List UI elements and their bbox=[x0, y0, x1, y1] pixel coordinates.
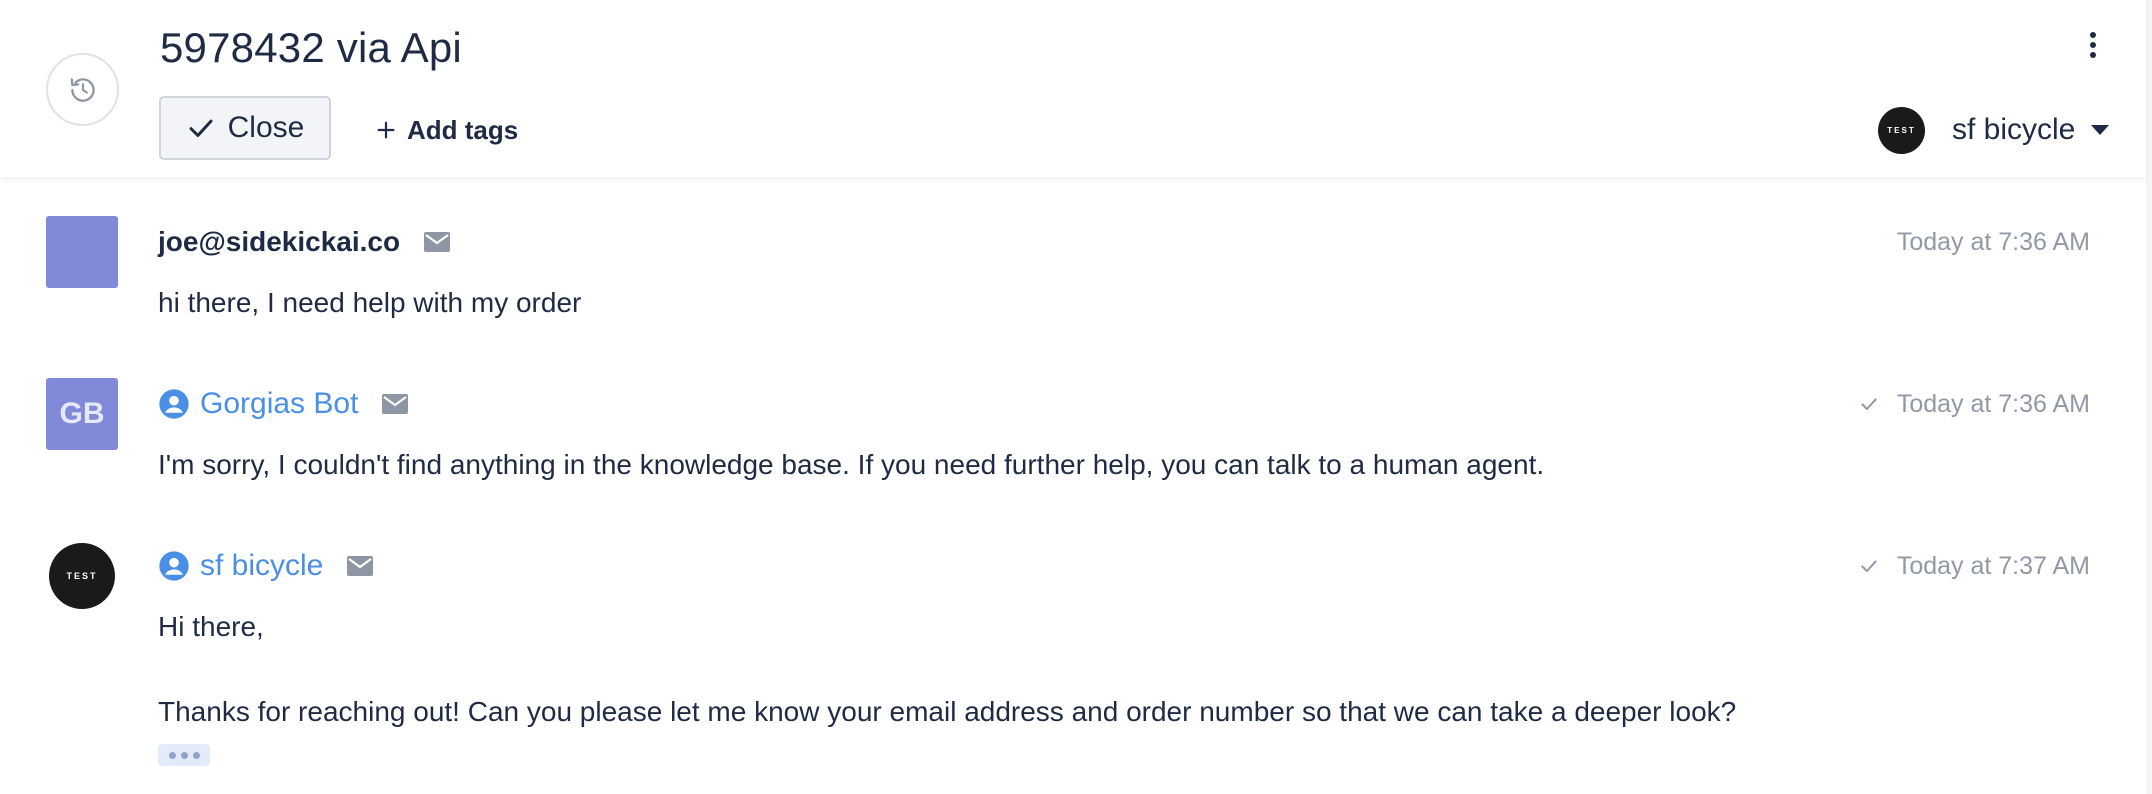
message-timestamp: Today at 7:36 AM bbox=[1859, 384, 2090, 424]
ticket-title: 5978432 via Api bbox=[160, 24, 462, 71]
ticket-header: 5978432 via Api Close Add tags TEST sf b… bbox=[0, 0, 2146, 177]
timestamp-text: Today at 7:37 AM bbox=[1896, 551, 2090, 580]
kebab-menu-icon[interactable] bbox=[2078, 30, 2108, 60]
message-timestamp: Today at 7:37 AM bbox=[1859, 546, 2090, 586]
avatar: GB bbox=[46, 378, 118, 450]
scrollbar-track bbox=[2146, 0, 2152, 794]
message-body: hi there, I need help with my order bbox=[158, 287, 582, 318]
store-name: sf bicycle bbox=[1952, 113, 2076, 146]
message-sender-row: Gorgias Bot bbox=[158, 384, 409, 424]
sender-name[interactable]: sf bicycle bbox=[200, 549, 323, 583]
show-more-button[interactable] bbox=[158, 744, 210, 766]
timestamp-text: Today at 7:36 AM bbox=[1896, 389, 2090, 418]
message-timestamp: Today at 7:36 AM bbox=[1897, 222, 2090, 262]
timestamp-text: Today at 7:36 AM bbox=[1896, 227, 2090, 256]
avatar: TEST bbox=[49, 543, 115, 609]
mail-icon bbox=[382, 394, 409, 414]
sender-name[interactable]: Gorgias Bot bbox=[200, 387, 358, 421]
user-circle-icon bbox=[159, 551, 189, 581]
store-logo: TEST bbox=[1878, 106, 1925, 154]
add-tags-label: Add tags bbox=[407, 114, 519, 145]
store-selector[interactable]: TEST sf bicycle bbox=[1878, 106, 2110, 154]
check-icon bbox=[1861, 560, 1877, 572]
add-tags-button[interactable]: Add tags bbox=[375, 110, 518, 150]
message-sender-row: joe@sidekickai.co bbox=[158, 222, 451, 262]
close-ticket-button[interactable]: Close bbox=[159, 96, 331, 160]
avatar bbox=[46, 216, 118, 288]
check-icon bbox=[1861, 398, 1877, 410]
history-icon bbox=[70, 77, 95, 102]
check-icon bbox=[189, 119, 213, 137]
mail-icon bbox=[424, 232, 451, 252]
sender-name: joe@sidekickai.co bbox=[158, 226, 401, 257]
message-body-line: Thanks for reaching out! Can you please … bbox=[158, 696, 1737, 727]
caret-down-icon bbox=[2091, 125, 2110, 135]
message-body-line: Hi there, bbox=[158, 611, 264, 642]
user-circle-icon bbox=[159, 389, 189, 419]
mail-icon bbox=[347, 556, 374, 576]
message-body: I'm sorry, I couldn't find anything in t… bbox=[158, 449, 1545, 480]
plus-icon bbox=[377, 121, 395, 139]
close-button-label: Close bbox=[227, 111, 305, 144]
message-sender-row: sf bicycle bbox=[158, 546, 374, 586]
history-button[interactable] bbox=[46, 53, 119, 126]
